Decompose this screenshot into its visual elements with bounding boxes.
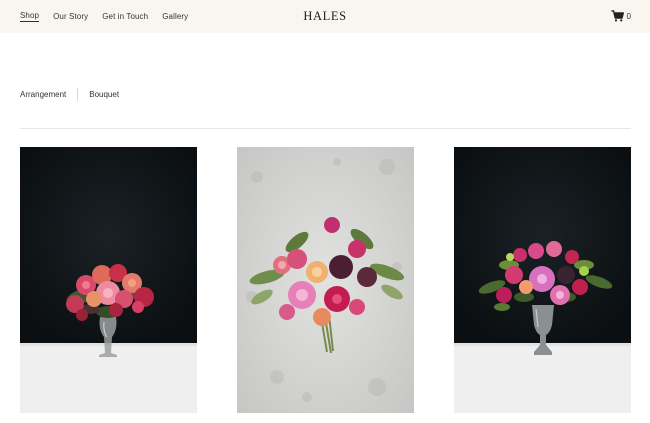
product-image xyxy=(237,147,414,413)
category-filters: Arrangement Bouquet xyxy=(20,87,119,101)
product-card-arrangement-silver-urn[interactable] xyxy=(454,147,631,413)
nav-our-story[interactable]: Our Story xyxy=(53,12,88,21)
top-header: Shop Our Story Get in Touch Gallery HALE… xyxy=(0,0,650,33)
product-card-bouquet[interactable] xyxy=(237,147,414,413)
cart-button[interactable]: 0 xyxy=(611,10,631,22)
filter-bouquet[interactable]: Bouquet xyxy=(89,90,119,99)
section-divider xyxy=(20,128,631,129)
main-nav: Shop Our Story Get in Touch Gallery xyxy=(20,0,202,33)
nav-get-in-touch[interactable]: Get in Touch xyxy=(102,12,148,21)
filter-arrangement[interactable]: Arrangement xyxy=(20,90,66,99)
cart-count: 0 xyxy=(626,11,631,21)
product-image xyxy=(20,147,197,413)
nav-gallery[interactable]: Gallery xyxy=(162,12,188,21)
product-card-arrangement-glass-vase[interactable] xyxy=(20,147,197,413)
filter-divider xyxy=(77,87,79,101)
cart-icon xyxy=(611,10,624,22)
nav-shop[interactable]: Shop xyxy=(20,11,40,22)
product-image xyxy=(454,147,631,413)
